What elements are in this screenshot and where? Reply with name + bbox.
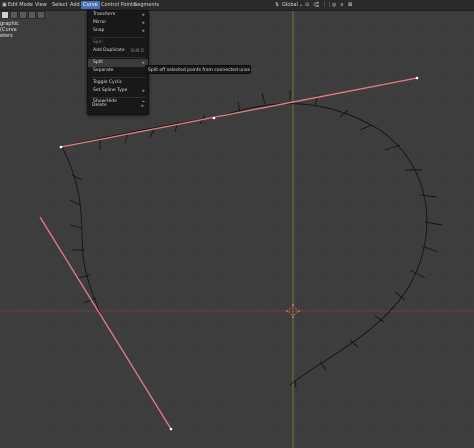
tooltip: Split off selected points from connected… <box>145 65 251 74</box>
menu-separator <box>91 57 145 58</box>
menu-item-delete[interactable]: Delete ▸ <box>87 102 147 110</box>
mode-selector[interactable]: Edit Mode <box>6 1 35 9</box>
menu-segments[interactable]: Segments <box>132 1 161 9</box>
menu-item-snap[interactable]: Snap ▸ <box>88 27 148 35</box>
menu-item-toggle-cyclic[interactable]: Toggle Cyclic <box>88 79 148 87</box>
menu-item-transform[interactable]: Transform ▸ <box>88 11 148 19</box>
menu-item-separate[interactable]: Separate <box>88 67 148 75</box>
select-mode-toolbar <box>1 11 45 19</box>
pivot-icon[interactable]: ⊙ <box>303 1 311 9</box>
submenu-arrow-icon: ▸ <box>141 103 144 109</box>
menu-add[interactable]: Add <box>68 1 82 9</box>
menu-curve[interactable]: Curve <box>81 1 100 9</box>
overlay-scale: eters <box>0 33 13 39</box>
menu-separator <box>91 77 145 78</box>
select-subtract-icon[interactable] <box>19 11 27 19</box>
submenu-arrow-icon: ▸ <box>142 88 145 94</box>
falloff-icon[interactable]: ∧ <box>338 1 346 9</box>
menu-view[interactable]: View <box>33 1 49 9</box>
select-invert-icon[interactable] <box>28 11 36 19</box>
menu-item-set-spline-type[interactable]: Set Spline Type ▸ <box>88 87 148 95</box>
select-extend-icon[interactable] <box>10 11 18 19</box>
submenu-arrow-icon: ▸ <box>142 12 145 18</box>
select-box-icon[interactable] <box>1 11 9 19</box>
menu-item-add-duplicate[interactable]: Add Duplicate Shift D <box>88 47 148 55</box>
menu-select[interactable]: Select <box>50 1 69 9</box>
menu-item-split[interactable]: Split ▸ <box>88 59 148 67</box>
submenu-arrow-icon: ▸ <box>142 28 145 34</box>
menu-separator <box>91 37 145 38</box>
menu-item-mirror[interactable]: Mirror ▸ <box>88 19 148 27</box>
viewport-header: ▣ Edit Mode View Select Add Curve Contro… <box>0 0 474 11</box>
menu-item-spin: Spin <box>93 40 103 45</box>
curve-menu: Transform ▸ Mirror ▸ Snap ▸ Spin Add Dup… <box>87 10 149 115</box>
select-intersect-icon[interactable] <box>37 11 45 19</box>
mirror-icon[interactable]: ⊠ <box>346 1 354 9</box>
submenu-arrow-icon: ▸ <box>142 20 145 26</box>
